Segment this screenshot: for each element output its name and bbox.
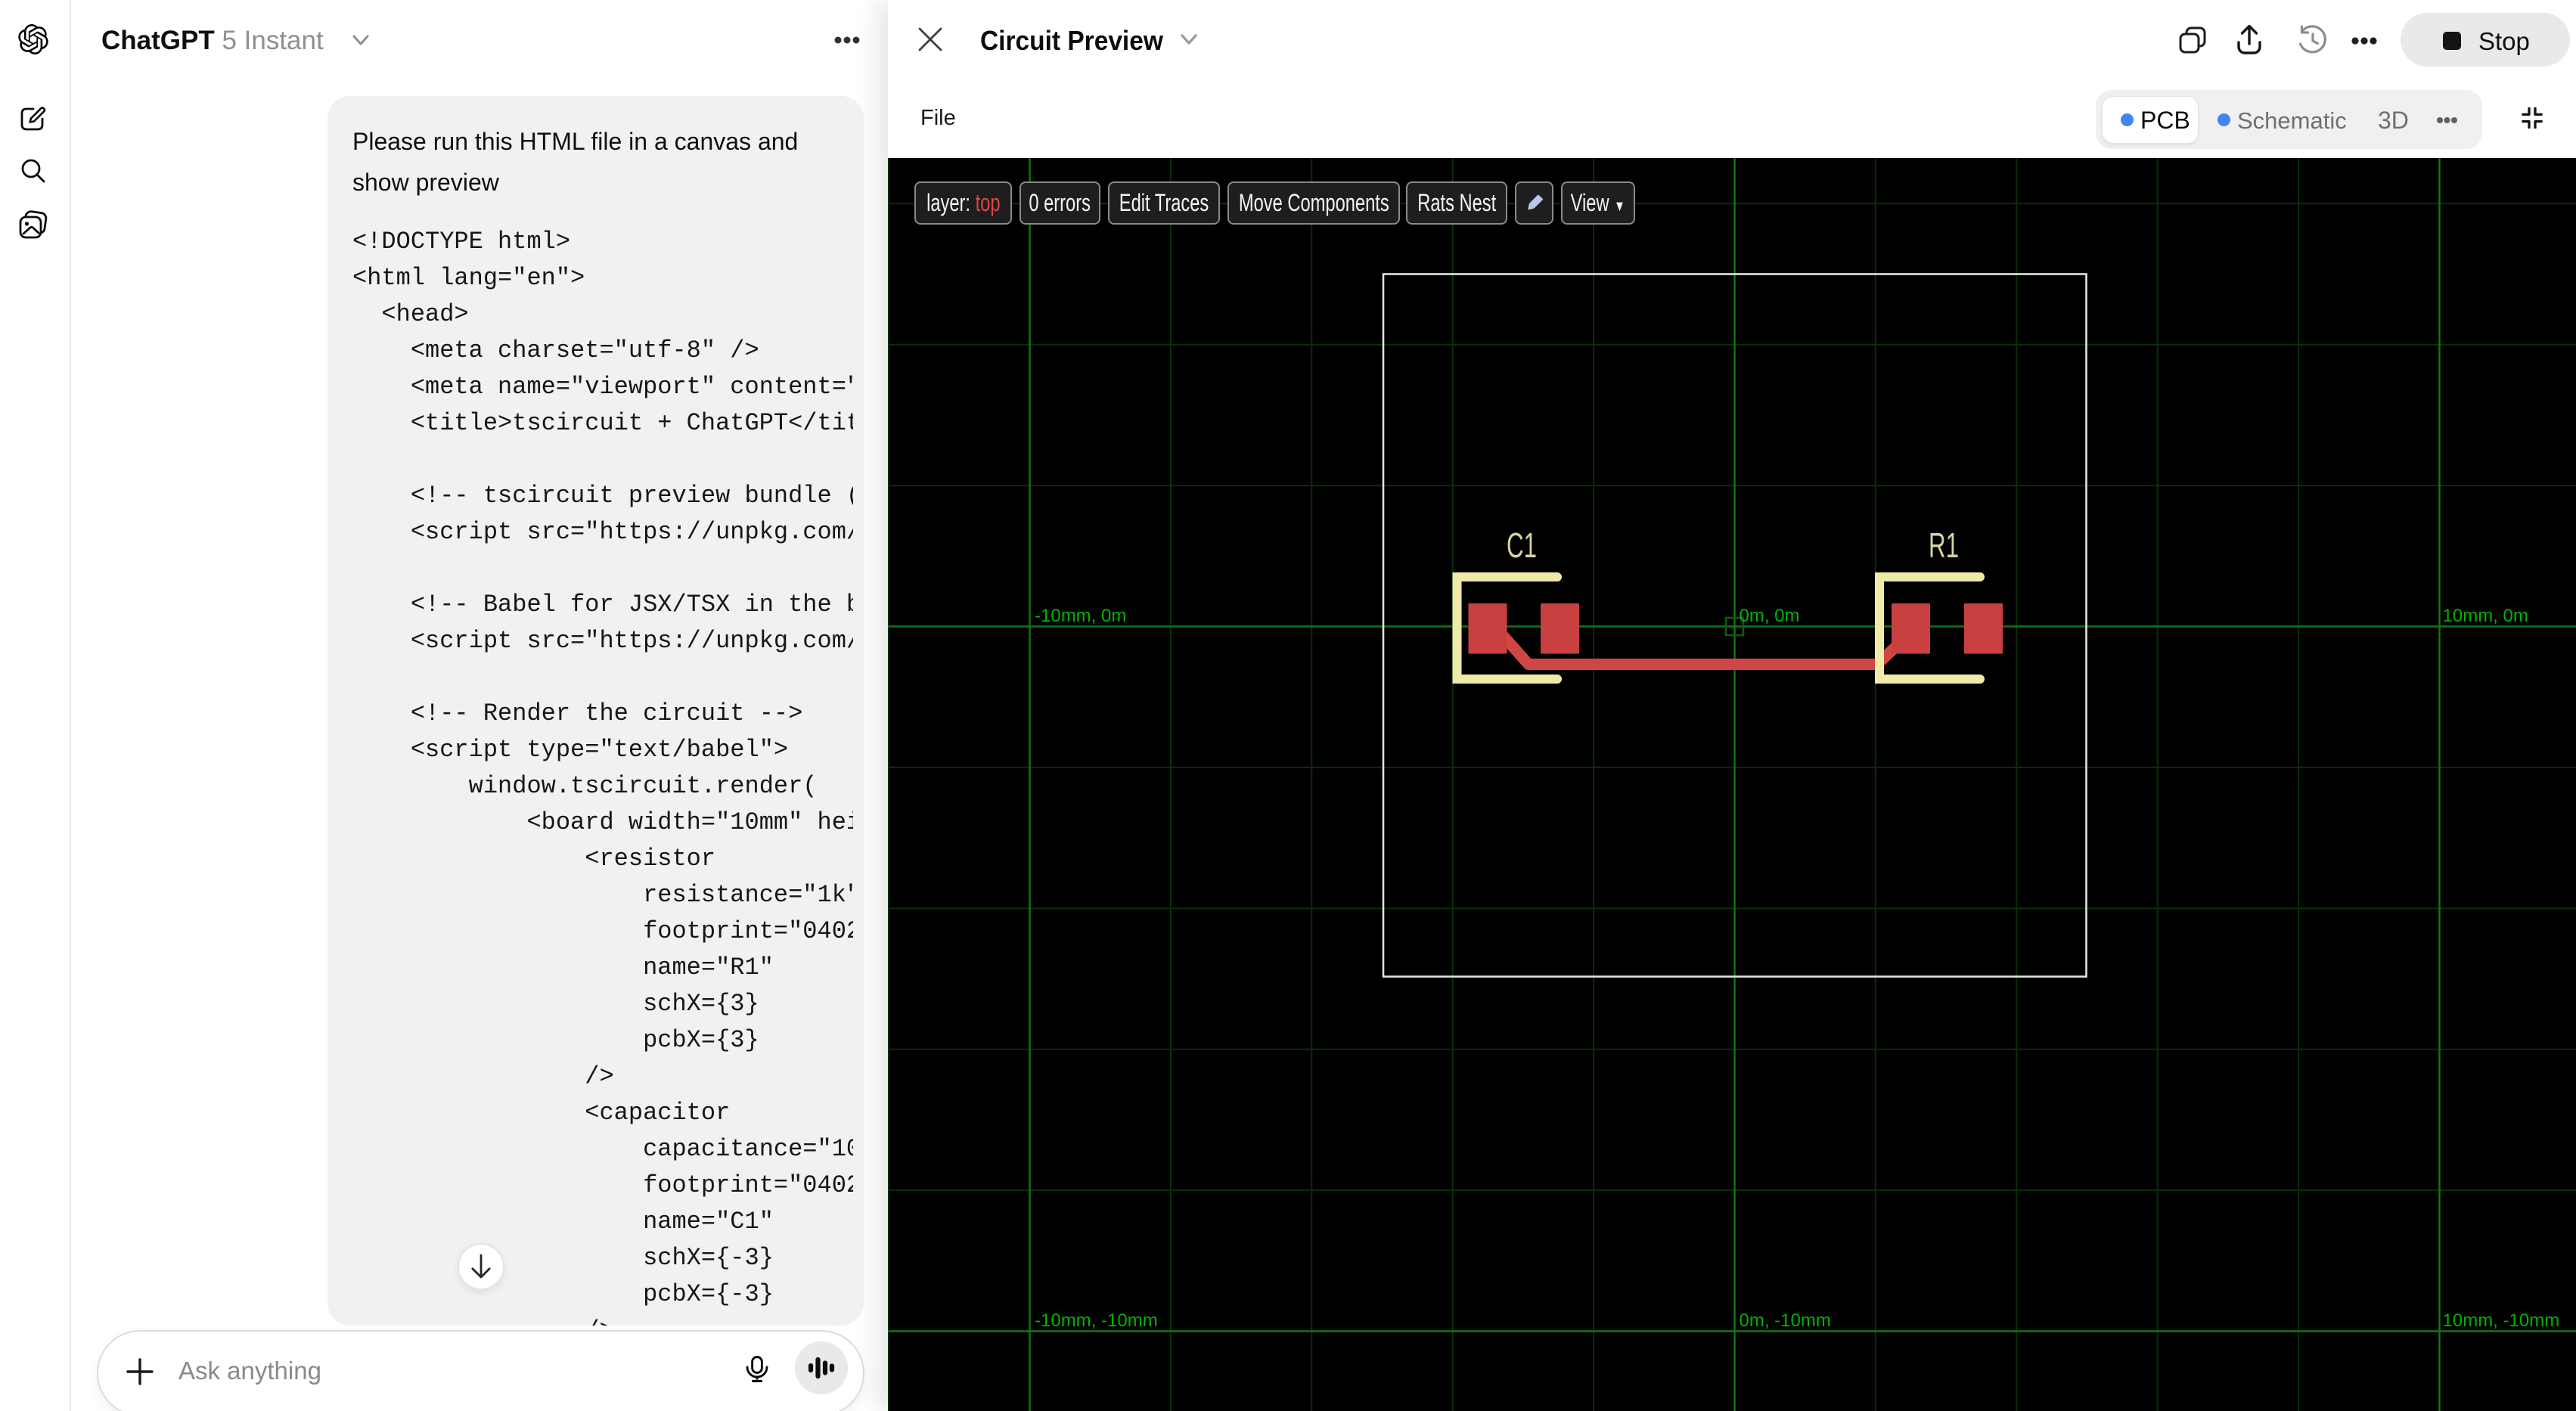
svg-text:10mm, 0m: 10mm, 0m — [2443, 606, 2528, 626]
svg-text:R1: R1 — [1929, 526, 1959, 565]
svg-text:10mm, -10mm: 10mm, -10mm — [2443, 1310, 2560, 1331]
svg-text:0m, 0m: 0m, 0m — [1740, 606, 1800, 626]
svg-text:-10mm, 0m: -10mm, 0m — [1035, 606, 1126, 626]
svg-text:C1: C1 — [1507, 526, 1537, 565]
svg-text:0m, -10mm: 0m, -10mm — [1740, 1310, 1831, 1331]
svg-text:-10mm, -10mm: -10mm, -10mm — [1035, 1310, 1158, 1331]
